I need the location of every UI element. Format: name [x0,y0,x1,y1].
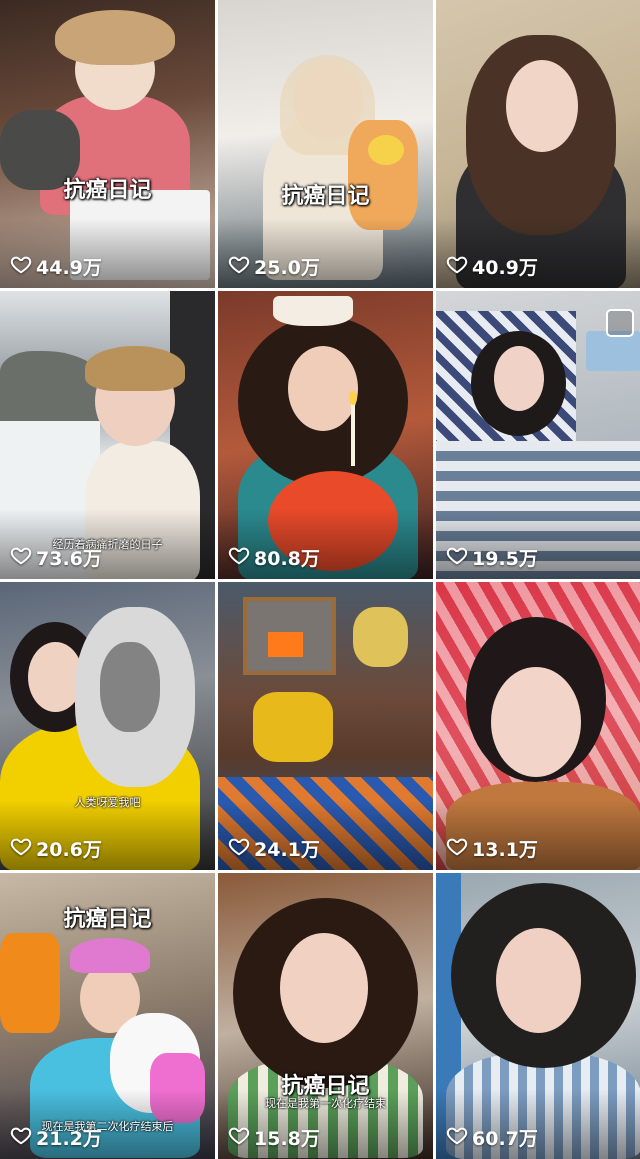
video-tile-2[interactable]: 抗癌日记 25.0万 [218,0,433,288]
heart-outline-icon [228,544,250,571]
video-tile-11[interactable]: 抗癌日记 现在是我第一次化疗结束 15.8万 [218,873,433,1159]
like-count: 25.0万 [228,253,320,280]
heart-outline-icon [228,1124,250,1151]
heart-outline-icon [10,544,32,571]
caption-subtitle: 现在是我第一次化疗结束 [265,1097,386,1110]
caption-subtitle: 人类呀爱我吧 [74,796,141,809]
heart-outline-icon [446,544,468,571]
heart-outline-icon [446,1124,468,1151]
like-count: 13.1万 [446,835,538,862]
heart-outline-icon [228,253,250,280]
video-tile-9[interactable]: 13.1万 [436,582,640,870]
video-tile-4[interactable]: 经历着病痛折磨的日子 73.6万 [0,291,215,579]
like-count: 20.6万 [10,835,102,862]
like-count: 73.6万 [10,544,102,571]
like-count: 80.8万 [228,544,320,571]
video-tile-6[interactable]: 19.5万 [436,291,640,579]
heart-outline-icon [10,253,32,280]
overlay-title: 抗癌日记 [63,907,152,932]
heart-outline-icon [446,835,468,862]
like-count: 15.8万 [228,1124,320,1151]
like-count: 40.9万 [446,253,538,280]
video-tile-3[interactable]: 40.9万 [436,0,640,288]
like-count: 24.1万 [228,835,320,862]
heart-outline-icon [228,835,250,862]
video-grid: 抗癌日记 44.9万 抗癌日记 25.0万 40.9万 经历着病痛折磨的日子 7… [0,0,640,1159]
video-tile-1[interactable]: 抗癌日记 44.9万 [0,0,215,288]
video-tile-10[interactable]: 抗癌日记 现在是我第二次化疗结束后 21.2万 [0,873,215,1159]
like-count: 21.2万 [10,1124,102,1151]
video-tile-12[interactable]: 60.7万 [436,873,640,1159]
heart-outline-icon [10,835,32,862]
video-tile-8[interactable]: 24.1万 [218,582,433,870]
video-tile-7[interactable]: 人类呀爱我吧 20.6万 [0,582,215,870]
overlay-title: 抗癌日记 [281,184,370,209]
like-count: 44.9万 [10,253,102,280]
multi-image-icon [606,309,634,337]
like-count: 19.5万 [446,544,538,571]
heart-outline-icon [10,1124,32,1151]
heart-outline-icon [446,253,468,280]
video-tile-5[interactable]: 80.8万 [218,291,433,579]
like-count: 60.7万 [446,1124,538,1151]
overlay-title: 抗癌日记 [63,178,152,203]
